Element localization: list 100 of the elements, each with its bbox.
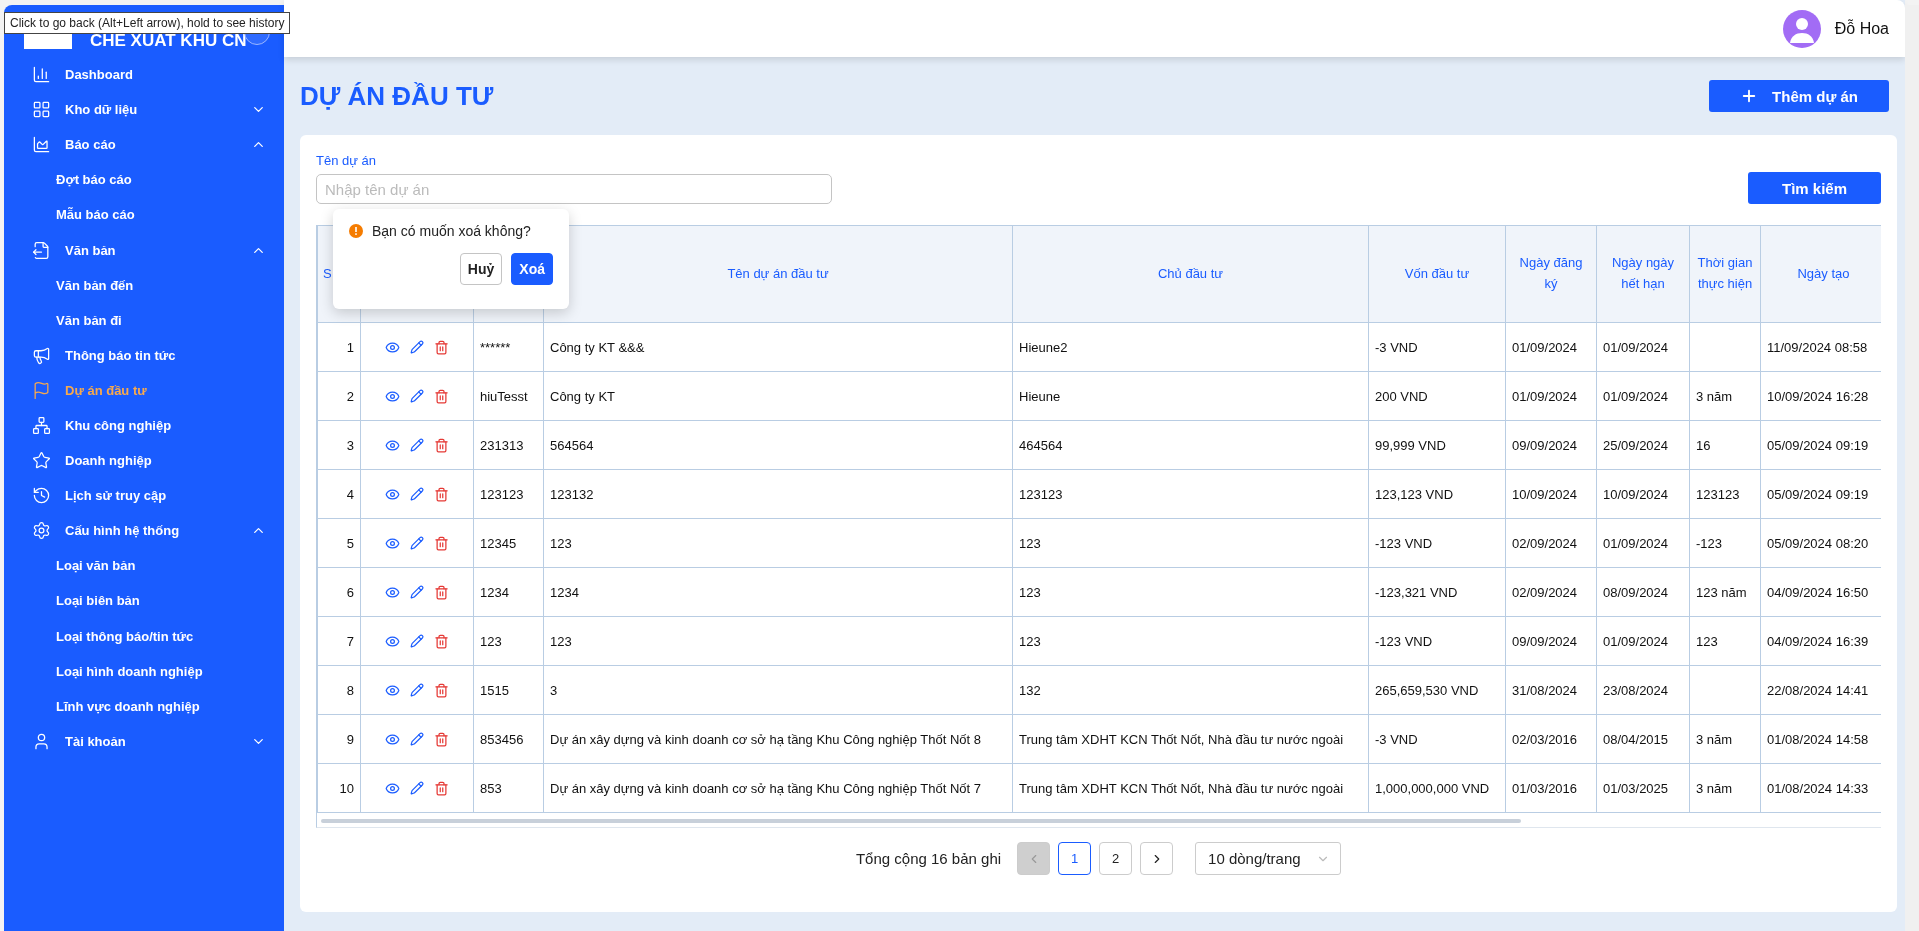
edit-icon[interactable] (410, 487, 424, 501)
sidebar-item[interactable]: Lịch sử truy cập (4, 478, 284, 514)
edit-icon[interactable] (410, 585, 424, 599)
add-project-button[interactable]: Thêm dự án (1709, 80, 1889, 112)
table-cell: 464564 (1012, 420, 1369, 470)
table-cell: 7 (317, 616, 361, 666)
sidebar-item[interactable]: Doanh nghiệp (4, 443, 284, 479)
menu-icon (32, 380, 51, 400)
confirm-delete-button[interactable]: Xoá (511, 253, 553, 285)
delete-icon[interactable] (434, 633, 449, 649)
table-cell: 01/09/2024 (1596, 322, 1690, 372)
avatar-icon[interactable] (1782, 9, 1821, 48)
table-cell: 2 (317, 371, 361, 421)
sidebar-subitem[interactable]: Văn bản đến (4, 267, 284, 303)
delete-icon[interactable] (434, 486, 449, 502)
menu-icon (32, 345, 51, 365)
column-header: Ngày ngày hết hạn (1596, 225, 1690, 323)
table-cell: 8 (317, 665, 361, 715)
table-cell: 12345 (473, 518, 544, 568)
column-header: Chủ đầu tư (1012, 225, 1369, 323)
sidebar-subitem[interactable]: Đợt báo cáo (4, 162, 284, 198)
table-cell: 265,659,530 VND (1368, 665, 1506, 715)
table-cell: 01/09/2024 (1596, 616, 1690, 666)
table-cell (1689, 322, 1761, 372)
table-cell: 02/09/2024 (1505, 567, 1597, 617)
table-cell: -123,321 VND (1368, 567, 1506, 617)
view-icon[interactable] (385, 535, 400, 551)
table-cell: Trung tâm XDHT KCN Thốt Nốt, Nhà đầu tư nước ngoài (1012, 714, 1369, 764)
table-cell: 10/09/2024 (1505, 469, 1597, 519)
delete-icon[interactable] (434, 682, 449, 698)
table-cell: Dự án xây dựng và kinh doanh cơ sở hạ tầng Khu Công nghiệp Thốt Nốt 8 (543, 714, 1013, 764)
edit-icon[interactable] (410, 340, 424, 354)
edit-icon[interactable] (410, 683, 424, 697)
view-icon[interactable] (385, 486, 400, 502)
table-cell: 23/08/2024 (1596, 665, 1690, 715)
sidebar-item[interactable]: Báo cáo (4, 127, 284, 163)
cancel-button[interactable]: Huỷ (459, 253, 503, 285)
view-icon[interactable] (385, 388, 400, 404)
table-cell: 123123 (1012, 469, 1369, 519)
sidebar-subitem[interactable]: Lĩnh vực doanh nghiệp (4, 688, 284, 724)
table-cell: 3 năm (1689, 714, 1761, 764)
sidebar-item[interactable]: Thông báo tin tức (4, 337, 284, 373)
sidebar-subitem[interactable]: Loại biên bản (4, 583, 284, 619)
view-icon[interactable] (385, 780, 400, 796)
sidebar-item[interactable]: Văn bản (4, 232, 284, 268)
sidebar-subitem[interactable]: Loại hình doanh nghiệp (4, 653, 284, 689)
delete-icon[interactable] (434, 535, 449, 551)
sidebar-item[interactable]: Kho dữ liệu (4, 92, 284, 128)
table-cell: 1234 (473, 567, 544, 617)
page-button[interactable]: 1 (1058, 842, 1092, 875)
popover-message: Bạn có muốn xoá không? (372, 223, 531, 239)
page-title: DỰ ÁN ĐẦU TƯ (300, 80, 494, 112)
view-icon[interactable] (385, 437, 400, 453)
delete-icon[interactable] (434, 584, 449, 600)
edit-icon[interactable] (410, 781, 424, 795)
menu-icon (32, 240, 51, 260)
project-name-input[interactable]: Nhập tên dự án (316, 174, 832, 204)
search-button[interactable]: Tìm kiếm (1748, 172, 1881, 204)
delete-icon[interactable] (434, 437, 449, 453)
view-icon[interactable] (385, 731, 400, 747)
page-button[interactable]: 2 (1099, 842, 1133, 875)
column-header: Ngày tạo (1760, 225, 1881, 323)
table-cell: 09/09/2024 (1505, 616, 1597, 666)
delete-icon[interactable] (434, 780, 449, 796)
table-cell: Hieune2 (1012, 322, 1369, 372)
edit-icon[interactable] (410, 536, 424, 550)
sidebar-subitem[interactable]: Mẫu báo cáo (4, 197, 284, 233)
sidebar-item[interactable]: Dự án đầu tư (4, 372, 284, 408)
delete-icon[interactable] (434, 388, 449, 404)
table-cell: 123 (473, 616, 544, 666)
menu-icon (32, 521, 51, 541)
table-cell: -123 VND (1368, 518, 1506, 568)
warning-icon (349, 224, 363, 238)
edit-icon[interactable] (410, 438, 424, 452)
table-cell: 5 (317, 518, 361, 568)
delete-icon[interactable] (434, 339, 449, 355)
sidebar-item[interactable]: Khu công nghiệp (4, 407, 284, 444)
table-cell: 3 năm (1689, 371, 1761, 421)
table-cell: 132 (1012, 665, 1369, 715)
delete-icon[interactable] (434, 731, 449, 747)
view-icon[interactable] (385, 584, 400, 600)
table-cell: -123 VND (1368, 616, 1506, 666)
edit-icon[interactable] (410, 732, 424, 746)
edit-icon[interactable] (410, 389, 424, 403)
horizontal-scrollbar[interactable] (321, 819, 1521, 823)
sidebar-item[interactable]: Tài khoản (4, 723, 284, 759)
sidebar-item[interactable]: Dashboard (4, 57, 284, 93)
page-size-select[interactable]: 10 dòng/trang (1195, 842, 1342, 875)
edit-icon[interactable] (410, 634, 424, 648)
view-icon[interactable] (385, 633, 400, 649)
menu-icon (32, 416, 51, 435)
column-header: Ngày đăng ký (1505, 225, 1597, 323)
sidebar-subitem[interactable]: Loại văn bản (4, 548, 284, 584)
sidebar-item[interactable]: Cấu hình hệ thống (4, 513, 284, 549)
table-cell: 31/08/2024 (1505, 665, 1597, 715)
column-header: Thời gian thực hiện (1689, 225, 1761, 323)
sidebar-subitem[interactable]: Văn bản đi (4, 302, 284, 338)
view-icon[interactable] (385, 682, 400, 698)
sidebar-subitem[interactable]: Loại thông báo/tin tức (4, 618, 284, 654)
view-icon[interactable] (385, 339, 400, 355)
